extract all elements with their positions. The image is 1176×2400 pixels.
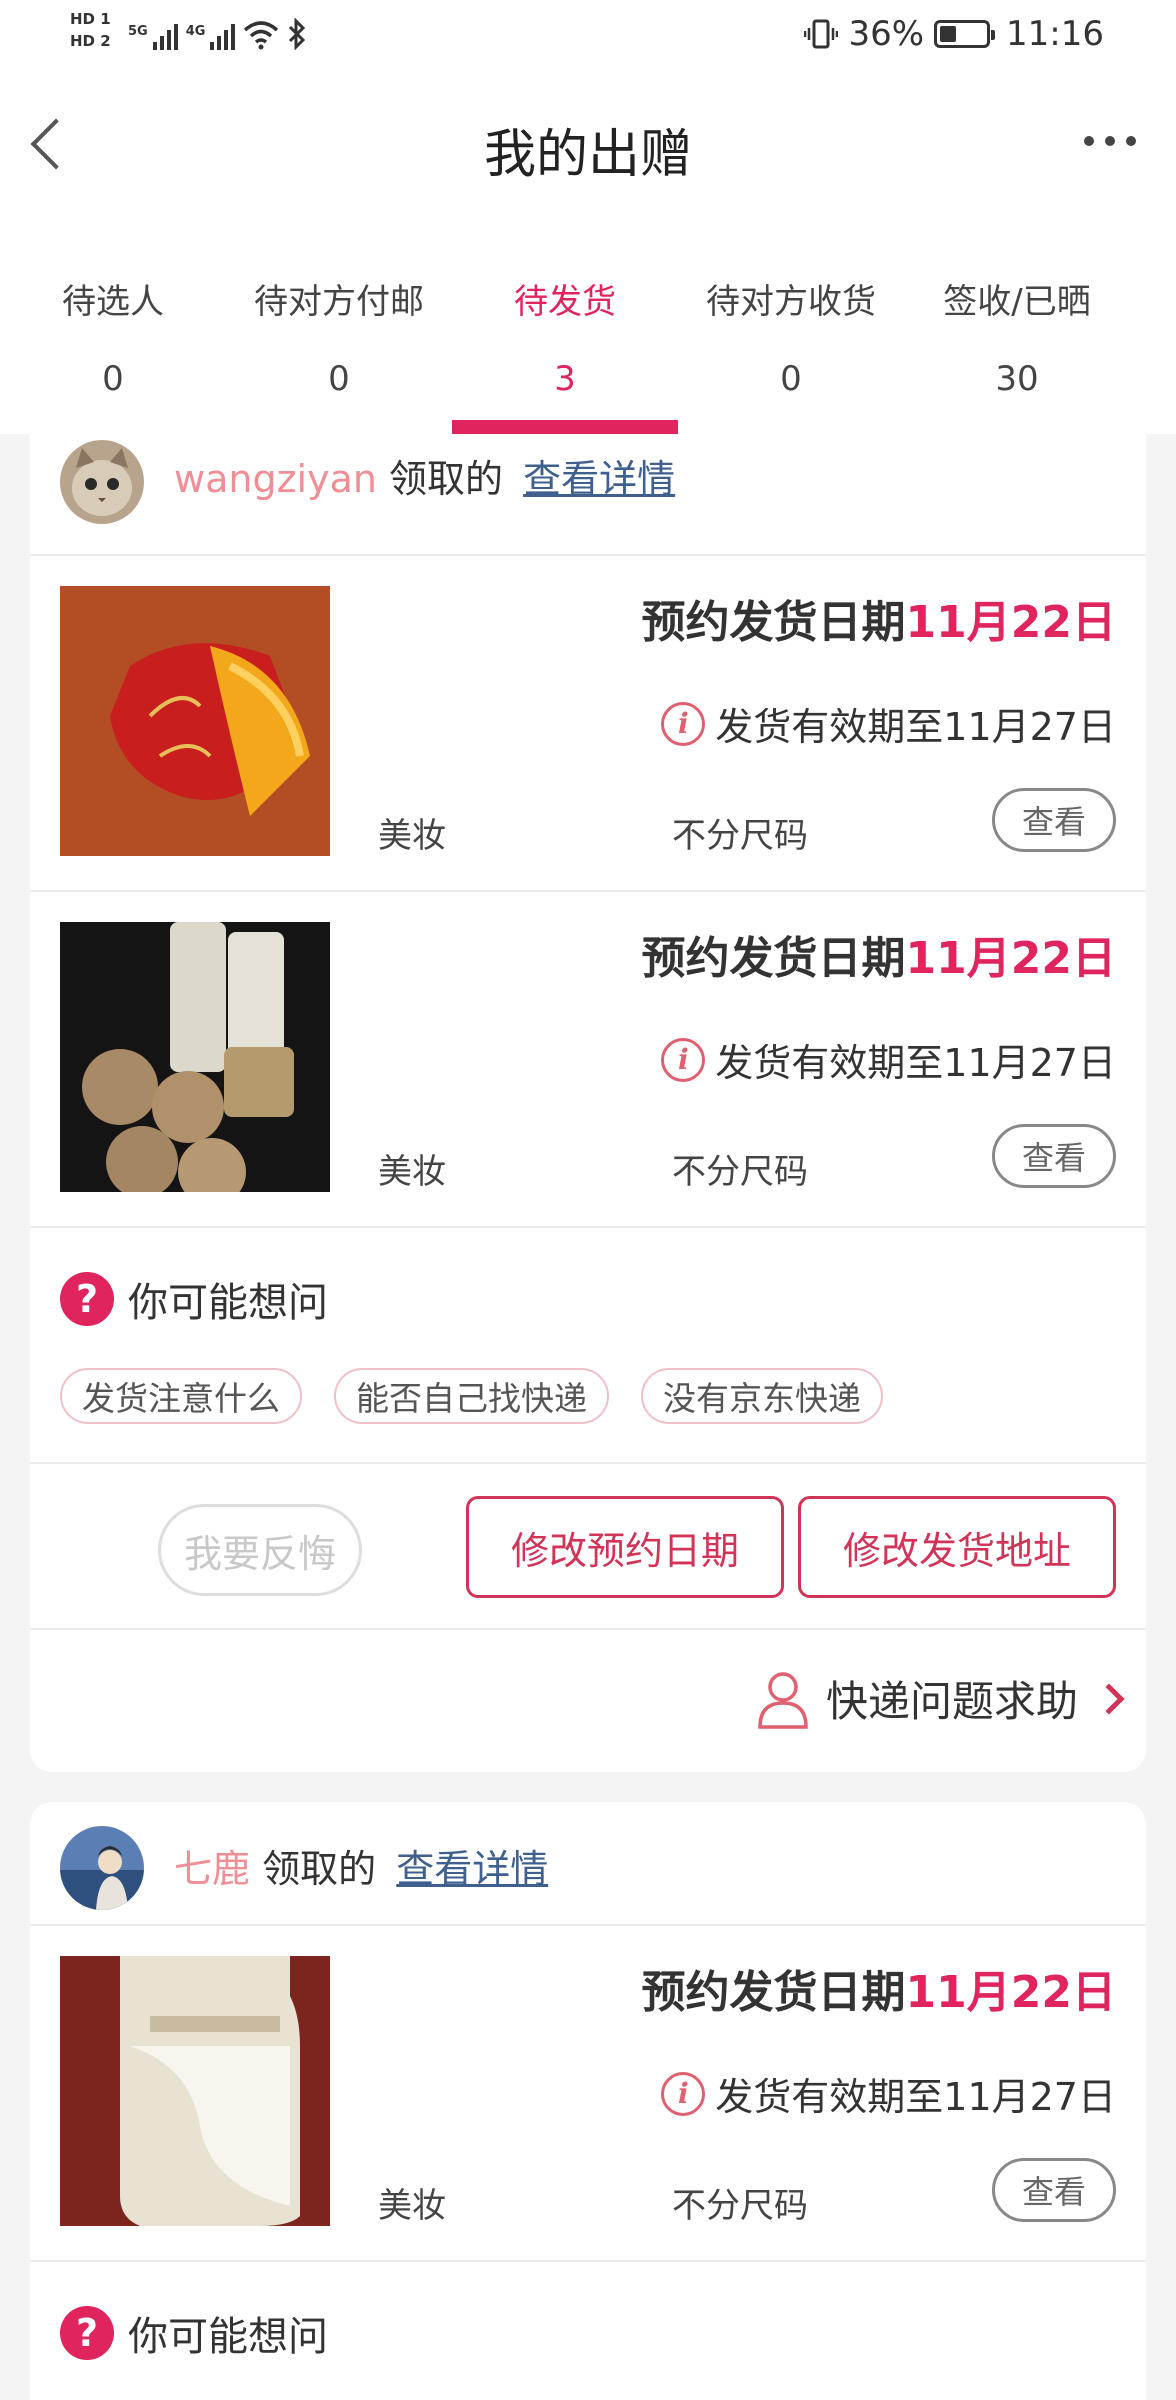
regret-button[interactable]: 我要反悔 xyxy=(158,1504,362,1596)
view-details-link[interactable]: 查看详情 xyxy=(523,457,675,501)
product-image[interactable] xyxy=(60,922,330,1192)
tab-count: 0 xyxy=(102,359,124,399)
order-card: wangziyan 领取的 查看详情 预约发货日期11月22日 i 发货有效期至… xyxy=(30,434,1146,1772)
order-card: 七鹿 领取的 查看详情 预约发货日期11月22日 i 发货有效期至11月27日 … xyxy=(30,1802,1146,2400)
status-bar: HD 1 HD 2 5G 4G 36% 11:16 xyxy=(0,0,1176,72)
tab-label: 签收/已晒 xyxy=(943,282,1091,322)
help-text: 快递问题求助 xyxy=(825,1677,1078,1726)
tab-pending-shipment[interactable]: 待发货 3 xyxy=(452,222,678,434)
size-label: 不分尺码 xyxy=(672,816,808,856)
tab-count: 0 xyxy=(780,359,802,399)
info-icon: i xyxy=(661,2071,706,2116)
tab-count: 30 xyxy=(995,359,1039,399)
hd-indicator: HD 1 HD 2 xyxy=(70,8,111,52)
nav-bar: 我的出赠 xyxy=(0,72,1176,222)
validity-row: i 发货有效期至11月27日 xyxy=(661,1032,1116,1087)
ship-date-label: 预约发货日期 xyxy=(641,933,906,984)
order-item: 预约发货日期11月22日 i 发货有效期至11月27日 美妆 不分尺码 查看 xyxy=(30,556,1146,892)
order-header: 七鹿 领取的 查看详情 xyxy=(30,1802,1146,1926)
view-details-link[interactable]: 查看详情 xyxy=(396,1847,548,1891)
tab-count: 3 xyxy=(554,359,576,399)
ship-date-label: 预约发货日期 xyxy=(641,597,906,648)
validity-text: 发货有效期至11月27日 xyxy=(715,1041,1116,1085)
faq-chip[interactable]: 没有京东快递 xyxy=(641,1368,883,1424)
info-icon: i xyxy=(661,1037,706,1082)
avatar[interactable] xyxy=(60,440,144,524)
page-title: 我的出赠 xyxy=(483,125,692,185)
faq-chip[interactable]: 能否自己找快递 xyxy=(334,1368,609,1424)
faq-section: ? 你可能想问 发货注意什么 能否自己找快递 没有京东快递 xyxy=(30,1228,1146,1464)
ship-date-value: 11月22日 xyxy=(905,933,1116,984)
avatar[interactable] xyxy=(60,1826,144,1910)
battery-percent: 36% xyxy=(848,14,925,54)
size-label: 不分尺码 xyxy=(672,2186,808,2226)
signal-icon: 5G 4G xyxy=(128,14,307,50)
info-icon: i xyxy=(661,701,706,746)
product-image[interactable] xyxy=(60,1956,330,2226)
tab-label: 待对方收货 xyxy=(706,282,876,322)
network-5g-label: 5G xyxy=(128,24,148,39)
change-date-button[interactable]: 修改预约日期 xyxy=(466,1496,784,1598)
delivery-help-link[interactable]: 快递问题求助 xyxy=(756,1668,1125,1729)
category-label: 美妆 xyxy=(378,816,446,856)
received-label: 领取的 xyxy=(389,457,504,501)
order-item: 预约发货日期11月22日 i 发货有效期至11月27日 美妆 不分尺码 查看 xyxy=(30,892,1146,1228)
recipient-name[interactable]: wangziyan xyxy=(174,457,377,501)
ship-date: 预约发货日期11月22日 xyxy=(642,586,1116,650)
help-row: 快递问题求助 xyxy=(30,1630,1146,1772)
vibrate-icon xyxy=(804,19,839,49)
tab-label: 待对方付邮 xyxy=(254,282,424,322)
tab-pending-postage[interactable]: 待对方付邮 0 xyxy=(226,222,452,434)
ship-date: 预约发货日期11月22日 xyxy=(642,1956,1116,2020)
person-icon xyxy=(758,1671,808,1729)
view-button[interactable]: 查看 xyxy=(992,2158,1116,2222)
battery-icon xyxy=(934,20,996,48)
faq-chip[interactable]: 发货注意什么 xyxy=(60,1368,302,1424)
status-tabs: 待选人 0 待对方付邮 0 待发货 3 待对方收货 0 签收/已晒 30 xyxy=(0,222,1176,434)
ship-date-value: 11月22日 xyxy=(905,597,1116,648)
ship-date-value: 11月22日 xyxy=(905,1967,1116,2018)
ship-date-label: 预约发货日期 xyxy=(641,1967,906,2018)
validity-text: 发货有效期至11月27日 xyxy=(715,2075,1116,2119)
faq-title: 你可能想问 xyxy=(128,2314,328,2360)
order-actions: 我要反悔 修改预约日期 修改发货地址 xyxy=(30,1464,1146,1630)
hd2-label: HD 2 xyxy=(70,32,111,50)
tab-signed-shared[interactable]: 签收/已晒 30 xyxy=(904,222,1130,434)
wifi-icon xyxy=(244,21,279,50)
view-button[interactable]: 查看 xyxy=(992,1124,1116,1188)
validity-text: 发货有效期至11月27日 xyxy=(715,705,1116,749)
hd1-label: HD 1 xyxy=(70,10,111,28)
order-item: 预约发货日期11月22日 i 发货有效期至11月27日 美妆 不分尺码 查看 xyxy=(30,1926,1146,2262)
received-label: 领取的 xyxy=(262,1847,377,1891)
more-icon[interactable] xyxy=(1084,136,1136,146)
faq-section: ? 你可能想问 xyxy=(30,2262,1146,2400)
question-icon: ? xyxy=(60,1272,114,1326)
change-address-button[interactable]: 修改发货地址 xyxy=(798,1496,1116,1598)
order-header: wangziyan 领取的 查看详情 xyxy=(30,434,1146,556)
question-icon: ? xyxy=(60,2306,114,2360)
tab-pending-selection[interactable]: 待选人 0 xyxy=(0,222,226,434)
network-4g-label: 4G xyxy=(185,24,206,39)
tab-count: 0 xyxy=(328,359,350,399)
recipient-name[interactable]: 七鹿 xyxy=(174,1847,250,1891)
tab-pending-receipt[interactable]: 待对方收货 0 xyxy=(678,222,904,434)
tab-label: 待选人 xyxy=(62,282,164,322)
faq-title: 你可能想问 xyxy=(128,1280,328,1326)
category-label: 美妆 xyxy=(378,2186,446,2226)
clock: 11:16 xyxy=(1006,14,1104,54)
ship-date: 预约发货日期11月22日 xyxy=(642,922,1116,986)
view-button[interactable]: 查看 xyxy=(992,788,1116,852)
product-image[interactable] xyxy=(60,586,330,856)
validity-row: i 发货有效期至11月27日 xyxy=(661,2066,1116,2121)
size-label: 不分尺码 xyxy=(672,1152,808,1192)
validity-row: i 发货有效期至11月27日 xyxy=(661,696,1116,751)
tab-label: 待发货 xyxy=(514,282,616,322)
chevron-right-icon xyxy=(1093,1682,1125,1715)
category-label: 美妆 xyxy=(378,1152,446,1192)
bluetooth-icon xyxy=(289,18,306,50)
